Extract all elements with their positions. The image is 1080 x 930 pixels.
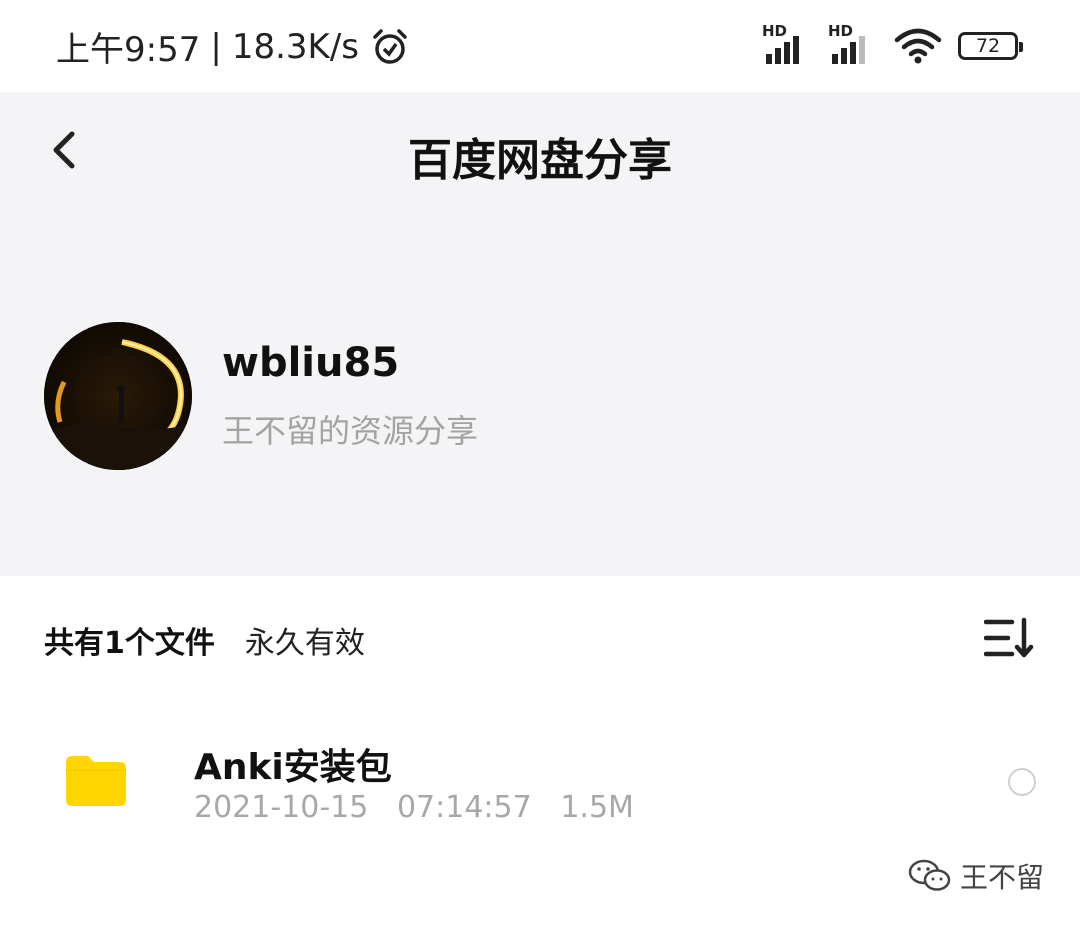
- avatar-image: [44, 322, 192, 470]
- profile-text: wbliu85 王不留的资源分享: [222, 340, 478, 452]
- file-count: 共有1个文件: [44, 626, 215, 661]
- page-title: 百度网盘分享: [408, 135, 672, 186]
- header: 百度网盘分享: [0, 92, 1080, 212]
- network-speed: 18.3K/s: [231, 26, 359, 67]
- status-right: HD HD 72: [762, 22, 1023, 64]
- status-time: 上午9:57: [56, 30, 201, 70]
- status-left: 上午9:57 | 18.3K/s: [56, 22, 409, 71]
- signal-icon: HD: [762, 22, 812, 64]
- battery-level: 72: [975, 35, 1001, 57]
- sort-icon: [984, 617, 1034, 658]
- status-separator: |: [210, 26, 222, 67]
- alarm-icon: [373, 28, 407, 64]
- watermark-text: 王不留: [959, 861, 1044, 894]
- wechat-icon: [908, 859, 951, 891]
- username: wbliu85: [222, 340, 400, 386]
- file-row[interactable]: Anki安装包 2021-10-15 07:14:57 1.5M: [0, 726, 1080, 846]
- battery-icon: 72: [958, 32, 1023, 60]
- status-bar: 上午9:57 | 18.3K/s HD HD 72: [0, 0, 1080, 92]
- file-name: Anki安装包: [194, 747, 392, 788]
- watermark: 王不留: [908, 856, 1044, 896]
- file-meta: 2021-10-15 07:14:57 1.5M: [194, 790, 634, 825]
- avatar[interactable]: [44, 322, 192, 470]
- wifi-icon: [894, 28, 942, 64]
- file-size: 1.5M: [560, 790, 634, 825]
- profile-section: wbliu85 王不留的资源分享: [44, 322, 478, 470]
- files-summary: 共有1个文件 永久有效: [44, 618, 365, 662]
- sort-button[interactable]: [984, 616, 1034, 660]
- validity-label: 永久有效: [244, 626, 365, 661]
- profile-description: 王不留的资源分享: [222, 412, 479, 450]
- file-time: 07:14:57: [396, 790, 532, 825]
- signal-icon: HD: [828, 22, 878, 64]
- folder-icon: [66, 756, 126, 806]
- file-select-radio[interactable]: [1008, 768, 1036, 796]
- file-date: 2021-10-15: [194, 790, 369, 825]
